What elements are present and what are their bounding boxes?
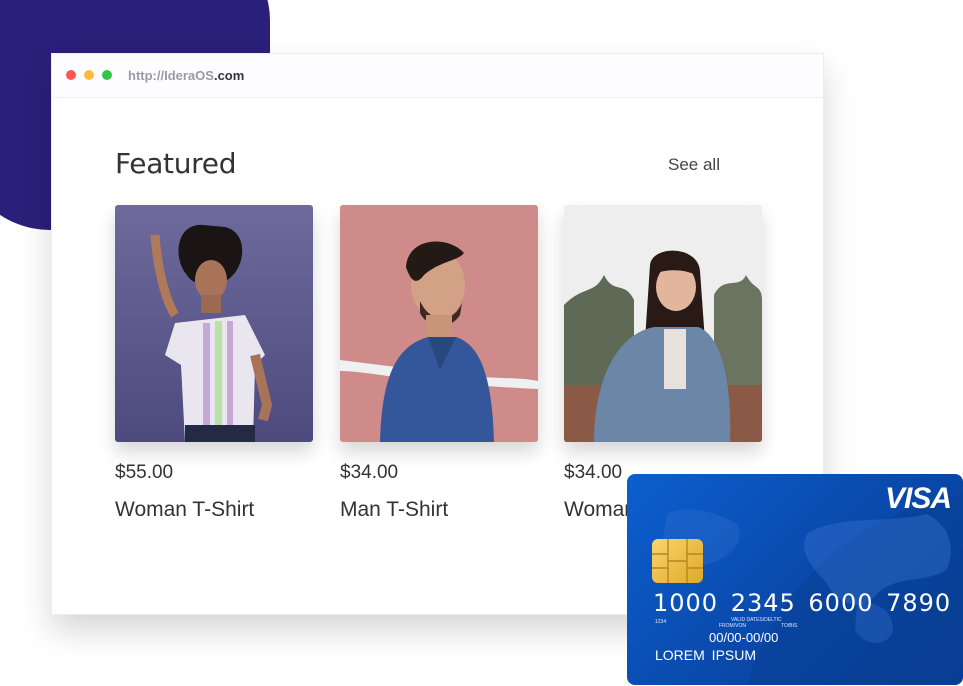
card-brand-logo: VISA (884, 482, 952, 515)
close-window-dot[interactable] (66, 70, 76, 80)
address-bar[interactable]: http://IderaOS.com (128, 68, 244, 83)
product-price: $34.00 (340, 462, 399, 483)
product-image-woman[interactable] (564, 205, 762, 442)
minimize-window-dot[interactable] (84, 70, 94, 80)
url-suffix: .com (213, 68, 245, 83)
see-all-link[interactable]: See all (668, 155, 720, 175)
product-name[interactable]: Man T-Shirt (340, 498, 538, 522)
url-domain: IderaOS (164, 68, 214, 83)
maximize-window-dot[interactable] (102, 70, 112, 80)
section-title: Featured (115, 147, 237, 180)
browser-titlebar: http://IderaOS.com (52, 54, 823, 98)
card-number: 1000 2345 6000 7890 (653, 589, 952, 617)
url-prefix: http:// (128, 68, 165, 83)
product-card[interactable]: $34.00 Man T-Shirt (340, 205, 538, 522)
card-holder-name: LOREM IPSUM (655, 647, 757, 663)
chip-icon (652, 539, 703, 583)
card-small-code: 1234 (655, 619, 667, 625)
product-image-woman-tshirt[interactable] (115, 205, 313, 442)
product-price: $55.00 (115, 462, 174, 483)
product-card[interactable]: $55.00 Woman T-Shirt (115, 205, 313, 522)
card-to-label: TO/BIS (781, 623, 798, 629)
credit-card: VISA 1000 2345 6000 7890 1234 VALID DATE… (627, 474, 963, 685)
product-name[interactable]: Woman T-Shirt (115, 498, 313, 522)
product-image-man-tshirt[interactable] (340, 205, 538, 442)
card-from-label: FROM/VON (719, 623, 746, 629)
card-valid-dates: 00/00-00/00 (709, 630, 779, 645)
